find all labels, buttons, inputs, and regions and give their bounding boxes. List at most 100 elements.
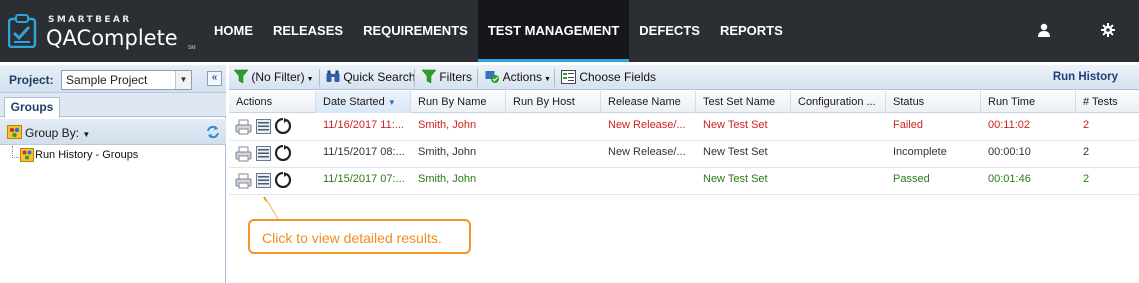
cell-release-name: New Release/... (608, 119, 686, 131)
table-row[interactable]: 11/15/2017 07:... Smith, John New Test S… (229, 168, 1139, 195)
collapse-panel-button[interactable]: « (207, 71, 222, 86)
funnel-icon (421, 69, 437, 84)
quick-search-button[interactable]: Quick Search (326, 69, 415, 87)
gear-icon[interactable] (1101, 23, 1115, 37)
tree-item-run-history-groups[interactable]: Run History - Groups (35, 149, 138, 161)
rerun-icon[interactable] (275, 118, 291, 134)
nav-home[interactable]: HOME (204, 0, 263, 62)
choose-fields-label: Choose Fields (579, 70, 657, 84)
logo-product-name: QAComplete (46, 26, 178, 50)
group-icon (7, 125, 22, 139)
cell-release-name: New Release/... (608, 146, 686, 158)
group-by-bar: Group By: ▼ (0, 119, 226, 145)
cell-status: Failed (893, 119, 923, 131)
left-panel: Project: Sample Project ▼ « Groups Group… (0, 65, 226, 283)
main-nav: HOME RELEASES REQUIREMENTS TEST MANAGEME… (204, 0, 793, 62)
table-row[interactable]: 11/16/2017 11:... Smith, John New Releas… (229, 114, 1139, 141)
toolbar-divider (414, 69, 415, 87)
binoculars-icon (326, 70, 340, 82)
nav-defects[interactable]: DEFECTS (629, 0, 710, 62)
project-select-value: Sample Project (66, 73, 148, 87)
cell-date-started: 11/16/2017 11:... (323, 119, 404, 131)
cell-tests: 2 (1083, 119, 1090, 131)
nav-requirements[interactable]: REQUIREMENTS (353, 0, 478, 62)
row-actions (235, 118, 291, 136)
filters-button[interactable]: Filters (421, 69, 473, 87)
details-list-icon[interactable] (256, 173, 271, 188)
cell-tests: 2 (1083, 173, 1090, 185)
cell-run-by-name: Smith, John (418, 173, 477, 185)
rerun-icon[interactable] (275, 145, 291, 161)
column-header-date-started-label: Date Started (323, 96, 385, 108)
cell-configuration (791, 114, 886, 140)
column-header-status[interactable]: Status (886, 91, 981, 113)
group-by-label: Group By: (25, 126, 80, 140)
qacomplete-logo[interactable]: SMARTBEAR QAComplete SM (8, 10, 198, 52)
chevron-down-icon: ▼ (175, 71, 191, 89)
qacomplete-logo-icon (8, 14, 37, 48)
actions-dropdown[interactable]: Actions ▼ (485, 69, 551, 87)
choose-fields-button[interactable]: Choose Fields (561, 69, 656, 87)
cell-run-time: 00:00:10 (988, 146, 1031, 158)
cell-run-by-host (506, 168, 601, 194)
caret-down-icon: ▼ (82, 130, 91, 139)
annotation-callout: Click to view detailed results. (248, 219, 471, 254)
details-list-icon[interactable] (256, 146, 271, 161)
cell-status: Passed (893, 173, 930, 185)
printer-icon[interactable] (235, 119, 253, 135)
column-header-run-by-name[interactable]: Run By Name (411, 91, 506, 113)
caret-down-icon: ▼ (542, 76, 551, 83)
quick-search-label: Quick Search (343, 70, 416, 84)
cell-run-by-host (506, 114, 601, 140)
grid-toolbar: (No Filter) ▼ Quick Search Filters Actio… (229, 65, 1139, 90)
column-header-configuration[interactable]: Configuration ... (791, 91, 886, 113)
rerun-icon[interactable] (275, 172, 291, 188)
filters-label: Filters (439, 70, 473, 84)
cell-date-started: 11/15/2017 08:... (323, 146, 405, 158)
caret-down-icon: ▼ (304, 76, 314, 83)
row-actions (235, 145, 291, 163)
nav-test-management[interactable]: TEST MANAGEMENT (477, 0, 630, 62)
logo-smartbear-text: SMARTBEAR (48, 15, 132, 25)
project-select[interactable]: Sample Project ▼ (61, 70, 192, 90)
tree-connector (12, 157, 19, 158)
cell-test-set-name: New Test Set (703, 119, 768, 131)
tab-groups[interactable]: Groups (4, 97, 60, 118)
printer-icon[interactable] (235, 146, 253, 162)
cell-date-started: 11/15/2017 07:... (323, 173, 405, 185)
user-icon[interactable] (1037, 23, 1051, 37)
cell-tests: 2 (1083, 146, 1090, 158)
details-list-icon[interactable] (256, 119, 271, 134)
column-header-actions[interactable]: Actions (229, 91, 316, 113)
actions-label: Actions (502, 70, 543, 84)
column-header-date-started[interactable]: Date Started ▼ (316, 91, 411, 113)
left-tabs: Groups (0, 93, 226, 118)
cell-run-by-host (506, 141, 601, 167)
table-header: Actions Date Started ▼ Run By Name Run B… (229, 91, 1139, 113)
column-header-tests[interactable]: # Tests (1076, 91, 1139, 113)
columns-icon (561, 70, 576, 84)
column-header-test-set-name[interactable]: Test Set Name (696, 91, 791, 113)
nav-releases[interactable]: RELEASES (263, 0, 353, 62)
actions-icon (485, 71, 499, 83)
cell-release-name (601, 168, 696, 194)
column-header-release-name[interactable]: Release Name (601, 91, 696, 113)
nav-reports[interactable]: REPORTS (710, 0, 793, 62)
annotation-callout-text: Click to view detailed results. (262, 230, 442, 246)
refresh-icon[interactable] (205, 124, 221, 140)
project-bar: Project: Sample Project ▼ « (0, 65, 226, 93)
table-row[interactable]: 11/15/2017 08:... Smith, John New Releas… (229, 141, 1139, 168)
row-actions (235, 172, 291, 190)
filter-dropdown[interactable]: (No Filter) ▼ (233, 69, 314, 87)
filter-label: (No Filter) (251, 70, 305, 84)
group-by-dropdown[interactable]: Group By: ▼ (25, 126, 90, 140)
cell-configuration (791, 168, 886, 194)
sort-desc-icon: ▼ (387, 98, 396, 107)
toolbar-divider (554, 69, 555, 87)
cell-configuration (791, 141, 886, 167)
column-header-run-by-host[interactable]: Run By Host (506, 91, 601, 113)
cell-run-time: 00:11:02 (988, 119, 1031, 131)
printer-icon[interactable] (235, 173, 253, 189)
cell-status: Incomplete (893, 146, 947, 158)
column-header-run-time[interactable]: Run Time (981, 91, 1076, 113)
